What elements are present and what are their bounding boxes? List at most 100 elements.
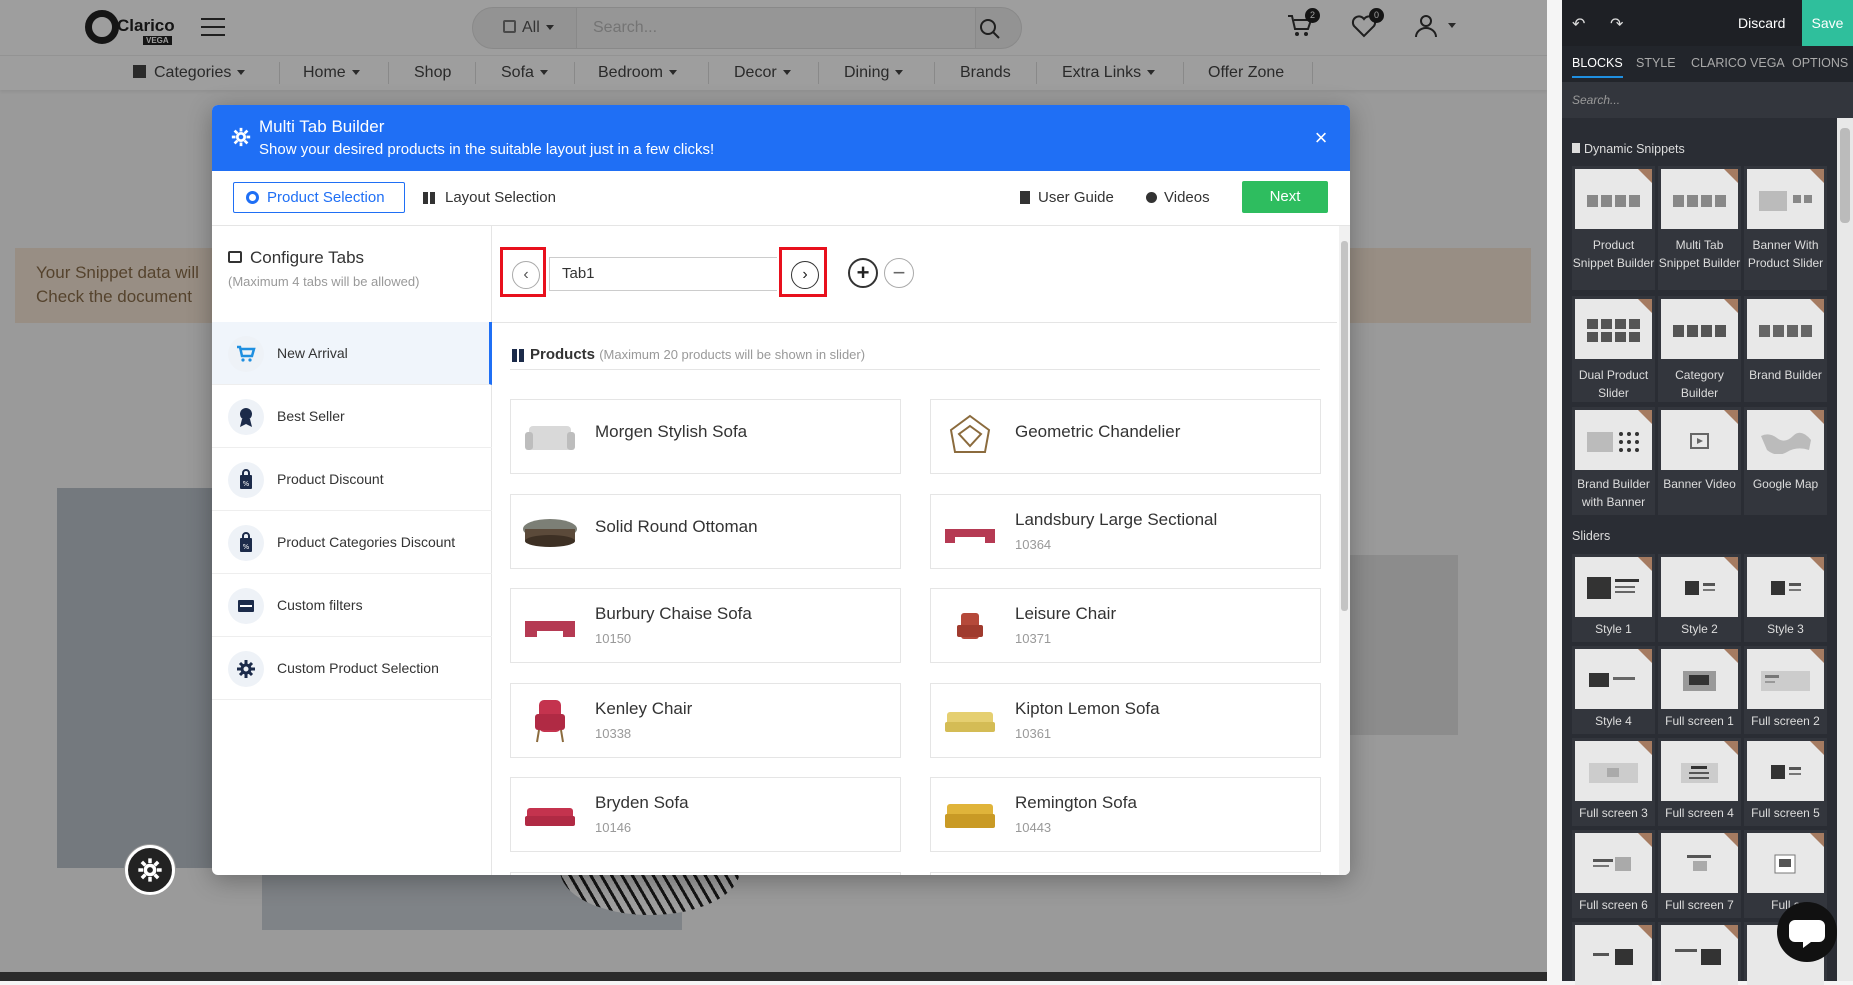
- snippet-slider-style-4[interactable]: Style 4: [1572, 646, 1655, 734]
- product-card[interactable]: Leisure Chair 10371: [930, 588, 1321, 663]
- snippet-full-screen-4[interactable]: Full screen 4: [1658, 738, 1741, 826]
- next-button[interactable]: Next: [1242, 181, 1328, 213]
- menu-product-categories-discount[interactable]: % Product Categories Discount: [212, 511, 492, 574]
- snippet-slider-style-1[interactable]: Style 1: [1572, 554, 1655, 642]
- menu-new-arrival[interactable]: New Arrival: [212, 322, 492, 385]
- videos-link[interactable]: Videos: [1144, 182, 1210, 213]
- tab-blocks[interactable]: BLOCKS: [1572, 56, 1623, 78]
- link-label: User Guide: [1038, 189, 1114, 206]
- svg-text:%: %: [243, 543, 250, 551]
- product-card[interactable]: Bryden Sofa 10146: [510, 777, 901, 852]
- snippet-slider-style-3[interactable]: Style 3: [1744, 554, 1827, 642]
- discard-button[interactable]: Discard: [1738, 15, 1785, 31]
- snippet-full-screen-1[interactable]: Full screen 1: [1658, 646, 1741, 734]
- discount-bag-icon: %: [228, 462, 264, 498]
- gear-icon: [246, 191, 259, 204]
- snippet-category-builder[interactable]: Category Builder: [1658, 296, 1741, 402]
- dialog-tabs: Product Selection Layout Selection User …: [212, 171, 1350, 226]
- snippet-slider[interactable]: [1572, 922, 1655, 985]
- snippet-brand-builder[interactable]: Brand Builder: [1744, 296, 1827, 402]
- product-name: Leisure Chair: [1015, 604, 1117, 623]
- footer-strip: [0, 972, 1547, 981]
- snippet-google-map[interactable]: Google Map: [1744, 407, 1827, 515]
- redo-icon[interactable]: ↷: [1610, 14, 1628, 33]
- snippet-search-input[interactable]: Search...: [1562, 82, 1853, 118]
- product-card[interactable]: Morgen Stylish Sofa: [510, 399, 901, 474]
- panel-scrollbar[interactable]: [1837, 118, 1853, 981]
- document-icon: [1020, 191, 1030, 204]
- menu-label: Best Seller: [277, 408, 345, 424]
- product-code: 10146: [595, 820, 632, 835]
- scrollbar-thumb[interactable]: [1341, 241, 1348, 611]
- tab-style[interactable]: STYLE: [1636, 56, 1676, 70]
- product-name: Kenley Chair: [595, 699, 693, 718]
- product-card[interactable]: Geometric Chandelier: [930, 399, 1321, 474]
- menu-label: Custom Product Selection: [277, 660, 439, 676]
- gear-icon: [231, 127, 251, 147]
- menu-product-discount[interactable]: % Product Discount: [212, 448, 492, 511]
- snippet-banner-video[interactable]: Banner Video: [1658, 407, 1741, 515]
- snippet-banner-with-product-slider[interactable]: Banner With Product Slider: [1744, 166, 1827, 290]
- user-guide-link[interactable]: User Guide: [1018, 182, 1114, 213]
- save-button[interactable]: Save: [1802, 0, 1853, 46]
- menu-best-seller[interactable]: Best Seller: [212, 385, 492, 448]
- snippet-full-screen-2[interactable]: Full screen 2: [1744, 646, 1827, 734]
- products-hint: (Maximum 20 products will be shown in sl…: [599, 347, 866, 362]
- menu-custom-filters[interactable]: Custom filters: [212, 574, 492, 637]
- dialog-scrollbar[interactable]: [1339, 226, 1350, 875]
- product-name: Solid Round Ottoman: [595, 517, 758, 536]
- product-image: [941, 790, 999, 840]
- chat-bubble-icon[interactable]: [1777, 902, 1837, 962]
- grid-icon: [512, 349, 525, 362]
- snippet-slider-style-2[interactable]: Style 2: [1658, 554, 1741, 642]
- snippet-full-screen-5[interactable]: Full screen 5: [1744, 738, 1827, 826]
- product-card[interactable]: Kenley Chair 10338: [510, 683, 901, 758]
- editor-tabs: BLOCKS STYLE CLARICO VEGA OPTIONS: [1562, 46, 1853, 82]
- prev-tab-button[interactable]: ‹: [512, 261, 540, 289]
- product-card[interactable]: Landsbury Large Sectional 10364: [930, 494, 1321, 569]
- product-name: Geometric Chandelier: [1015, 422, 1181, 441]
- snippet-slider[interactable]: [1658, 922, 1741, 985]
- scrollbar-thumb[interactable]: [1840, 128, 1850, 223]
- product-card[interactable]: Burbury Chaise Sofa 10150: [510, 588, 901, 663]
- layout-grid-icon: [423, 192, 436, 204]
- snippet-full-screen-3[interactable]: Full screen 3: [1572, 738, 1655, 826]
- product-card[interactable]: [510, 872, 901, 875]
- add-tab-button[interactable]: +: [848, 258, 878, 288]
- tab-options[interactable]: OPTIONS: [1792, 56, 1848, 70]
- tab-layout-selection[interactable]: Layout Selection: [421, 182, 556, 213]
- snippet-dual-product-slider[interactable]: Dual Product Slider: [1572, 296, 1655, 402]
- tab-label: Layout Selection: [445, 189, 556, 206]
- product-card[interactable]: Solid Round Ottoman: [510, 494, 901, 569]
- configure-tabs-hint: (Maximum 4 tabs will be allowed): [228, 274, 420, 289]
- snippet-multi-tab-snippet-builder[interactable]: Multi Tab Snippet Builder: [1658, 166, 1741, 290]
- close-icon[interactable]: ×: [1308, 125, 1334, 151]
- discount-bag-icon: %: [228, 525, 264, 561]
- snippet-product-snippet-builder[interactable]: Product Snippet Builder: [1572, 166, 1655, 290]
- product-image: [941, 601, 999, 651]
- product-code: 10150: [595, 631, 632, 646]
- tab-clarico-vega[interactable]: CLARICO VEGA: [1691, 56, 1785, 70]
- product-code: 10443: [1015, 820, 1052, 835]
- product-code: 10361: [1015, 726, 1052, 741]
- section-dynamic-snippets: Dynamic Snippets: [1572, 142, 1685, 156]
- product-card[interactable]: [930, 872, 1321, 875]
- next-tab-button[interactable]: ›: [791, 261, 819, 289]
- snippet-full-screen-7[interactable]: Full screen 7: [1658, 830, 1741, 918]
- section-sliders: Sliders: [1572, 529, 1611, 543]
- tab-product-selection[interactable]: Product Selection: [233, 182, 405, 213]
- settings-gear-icon[interactable]: [125, 845, 175, 895]
- product-image: [521, 790, 579, 840]
- remove-tab-button[interactable]: −: [884, 258, 914, 288]
- tab-name-input[interactable]: Tab1: [549, 257, 777, 291]
- search-placeholder: Search...: [1572, 93, 1621, 107]
- product-image: [521, 507, 579, 557]
- link-label: Videos: [1164, 189, 1210, 206]
- dialog-title: Multi Tab Builder: [259, 117, 385, 136]
- snippet-full-screen-6[interactable]: Full screen 6: [1572, 830, 1655, 918]
- menu-custom-product-selection[interactable]: Custom Product Selection: [212, 637, 492, 700]
- undo-icon[interactable]: ↶: [1572, 14, 1590, 33]
- snippet-brand-builder-with-banner[interactable]: Brand Builder with Banner: [1572, 407, 1655, 515]
- product-card[interactable]: Kipton Lemon Sofa 10361: [930, 683, 1321, 758]
- product-card[interactable]: Remington Sofa 10443: [930, 777, 1321, 852]
